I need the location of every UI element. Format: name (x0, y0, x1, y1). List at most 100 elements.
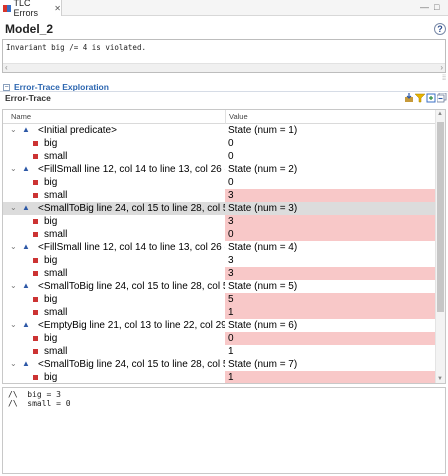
trace-rows: ⌄ ▲ <Initial predicate> State (num = 1) big 0… (3, 124, 436, 383)
row-name: small (44, 229, 68, 240)
variable-icon (33, 193, 38, 198)
trace-state-row[interactable]: ⌄ ▲ <FillSmall line 12, col 14 to line 13,… (3, 241, 436, 254)
row-name: big (44, 372, 58, 383)
scroll-left-icon[interactable]: ‹ (5, 63, 8, 72)
row-name: small (44, 346, 68, 357)
trace-variable-row[interactable]: small 3 (3, 267, 436, 280)
expand-chevron-icon[interactable]: ⌄ (10, 359, 17, 368)
variable-icon (33, 232, 38, 237)
expand-chevron-icon[interactable]: ⌄ (10, 320, 17, 329)
horizontal-scrollbar[interactable]: ‹ › (3, 63, 445, 72)
variable-icon (33, 219, 38, 224)
trace-variable-row[interactable]: small 0 (3, 150, 436, 163)
name-cell: small (3, 228, 225, 241)
row-name: big (44, 216, 58, 227)
minimize-icon[interactable]: — (420, 2, 429, 12)
row-value: State (num = 1) (228, 125, 298, 136)
error-trace-table[interactable]: Name Value ⌄ ▲ <Initial predicate> State (n… (2, 109, 446, 384)
column-separator[interactable] (225, 110, 226, 124)
column-header-name[interactable]: Name (11, 112, 31, 121)
expand-chevron-icon[interactable]: ⌄ (10, 164, 17, 173)
expand-chevron-icon[interactable]: ⌄ (10, 125, 17, 134)
row-value: State (num = 5) (228, 281, 298, 292)
trace-toolbar (404, 92, 448, 103)
variable-icon (33, 310, 38, 315)
name-cell: small (3, 150, 225, 163)
trace-variable-row[interactable]: big 1 (3, 371, 436, 383)
row-name: big (44, 138, 58, 149)
name-cell: ⌄ ▲ <SmallToBig line 24, col 15 to line 28… (3, 280, 225, 293)
close-icon[interactable]: ✕ (54, 4, 61, 13)
collapse-icon[interactable]: − (3, 83, 10, 91)
help-icon[interactable]: ? (434, 23, 446, 35)
trace-variable-row[interactable]: big 0 (3, 176, 436, 189)
expand-chevron-icon[interactable]: ⌄ (10, 242, 17, 251)
trace-state-row[interactable]: ⌄ ▲ <SmallToBig line 24, col 15 to line 28… (3, 358, 436, 371)
tab-tlc-errors[interactable]: TLC Errors ✕ (0, 0, 62, 18)
row-name: <SmallToBig line 24, col 15 to line 28, … (38, 359, 225, 370)
trace-state-row[interactable]: ⌄ ▲ <EmptyBig line 21, col 13 to line 22, … (3, 319, 436, 332)
page-title: Model_2 (5, 22, 54, 36)
variable-icon (33, 258, 38, 263)
trace-variable-row[interactable]: small 1 (3, 345, 436, 358)
name-cell: ⌄ ▲ <SmallToBig line 24, col 15 to line 28… (3, 202, 225, 215)
trace-variable-row[interactable]: big 3 (3, 215, 436, 228)
vertical-scrollbar[interactable]: ▲ ▼ (435, 110, 445, 383)
state-detail-text[interactable]: /\ big = 3/\ small = 0 (2, 387, 446, 474)
error-message-box[interactable]: Invariant big /= 4 is violated. ‹ › (2, 39, 446, 73)
scroll-up-icon[interactable]: ▲ (437, 111, 443, 117)
trace-variable-row[interactable]: big 0 (3, 137, 436, 150)
row-name: big (44, 255, 58, 266)
collapse-all-icon[interactable] (436, 92, 447, 103)
row-name: small (44, 190, 68, 201)
row-value: 3 (225, 215, 436, 228)
name-cell: ⌄ ▲ <Initial predicate> (3, 124, 225, 137)
state-icon: ▲ (22, 281, 30, 290)
view-tab-bar: TLC Errors ✕ — □ (0, 0, 448, 18)
table-header: Name Value (3, 110, 436, 124)
name-cell: ⌄ ▲ <EmptyBig line 21, col 13 to line 22, … (3, 319, 225, 332)
section-separator (0, 91, 448, 92)
trace-state-row[interactable]: ⌄ ▲ <FillSmall line 12, col 14 to line 13,… (3, 163, 436, 176)
expression-line: /\ small = 0 (8, 399, 71, 408)
tab-label: TLC Errors (13, 0, 39, 18)
expand-chevron-icon[interactable]: ⌄ (10, 281, 17, 290)
expand-chevron-icon[interactable]: ⌄ (10, 203, 17, 212)
row-value: State (num = 4) (228, 242, 298, 253)
trace-variable-row[interactable]: big 0 (3, 332, 436, 345)
name-cell: small (3, 345, 225, 358)
name-cell: big (3, 176, 225, 189)
row-value: State (num = 7) (228, 359, 298, 370)
row-name: small (44, 151, 68, 162)
name-cell: small (3, 189, 225, 202)
scrollbar-thumb[interactable] (437, 122, 444, 312)
scroll-right-icon[interactable]: › (440, 63, 443, 72)
error-trace-label: Error-Trace (5, 93, 51, 103)
trace-variable-row[interactable]: small 0 (3, 228, 436, 241)
trace-state-row[interactable]: ⌄ ▲ <SmallToBig line 24, col 15 to line 28… (3, 202, 436, 215)
variable-icon (33, 336, 38, 341)
import-trace-icon[interactable] (404, 93, 414, 103)
column-header-value[interactable]: Value (229, 112, 248, 121)
row-name: small (44, 307, 68, 318)
trace-state-row[interactable]: ⌄ ▲ <SmallToBig line 24, col 15 to line 28… (3, 280, 436, 293)
state-detail-lines: /\ big = 3/\ small = 0 (3, 390, 71, 408)
filter-icon[interactable] (414, 93, 426, 103)
expression-line: /\ big = 3 (8, 390, 61, 399)
row-value: 3 (225, 267, 436, 280)
row-name: big (44, 177, 58, 188)
restore-trace-icon[interactable] (426, 93, 436, 103)
name-cell: big (3, 254, 225, 267)
trace-variable-row[interactable]: big 5 (3, 293, 436, 306)
name-cell: big (3, 371, 225, 383)
trace-state-row[interactable]: ⌄ ▲ <Initial predicate> State (num = 1) (3, 124, 436, 137)
error-message: Invariant big /= 4 is violated. (6, 43, 146, 52)
row-name: <Initial predicate> (38, 125, 117, 136)
trace-variable-row[interactable]: small 3 (3, 189, 436, 202)
trace-variable-row[interactable]: small 1 (3, 306, 436, 319)
scroll-down-icon[interactable]: ▼ (437, 376, 443, 382)
trace-variable-row[interactable]: big 3 (3, 254, 436, 267)
maximize-icon[interactable]: □ (434, 2, 439, 12)
name-cell: big (3, 293, 225, 306)
variable-icon (33, 154, 38, 159)
